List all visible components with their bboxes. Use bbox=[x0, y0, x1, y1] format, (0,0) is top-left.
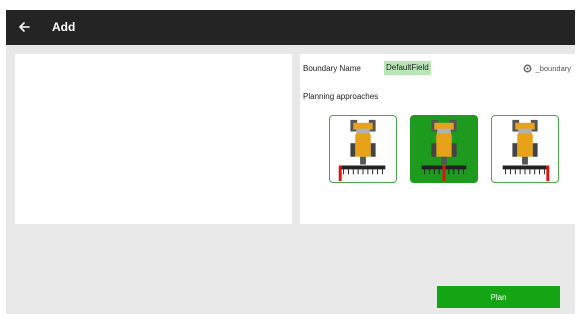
page-title: Add bbox=[52, 20, 76, 34]
approach-option-center[interactable] bbox=[410, 115, 478, 183]
boundary-settings-panel: Boundary Name DefaultField _boundary Pla… bbox=[300, 54, 575, 224]
boundary-name-input[interactable]: DefaultField bbox=[384, 61, 431, 75]
approach-option-left[interactable] bbox=[329, 115, 397, 183]
tractor-center-marker-icon bbox=[421, 119, 467, 182]
boundary-link[interactable]: _boundary bbox=[523, 64, 571, 73]
tractor-right-marker-icon bbox=[502, 119, 550, 182]
app-screen: Add Boundary Name DefaultField _boundary… bbox=[6, 10, 575, 314]
arrow-left-icon[interactable] bbox=[16, 19, 32, 35]
plan-button[interactable]: Plan bbox=[437, 286, 560, 308]
boundary-name-label: Boundary Name bbox=[303, 64, 361, 73]
tractor-left-marker-icon bbox=[338, 119, 386, 182]
boundary-link-label: _boundary bbox=[535, 64, 571, 73]
map-preview-panel bbox=[15, 54, 292, 224]
top-bar: Add bbox=[6, 10, 575, 45]
planning-approaches-label: Planning approaches bbox=[303, 92, 379, 101]
gear-icon bbox=[523, 64, 532, 73]
approach-option-right[interactable] bbox=[491, 115, 559, 183]
